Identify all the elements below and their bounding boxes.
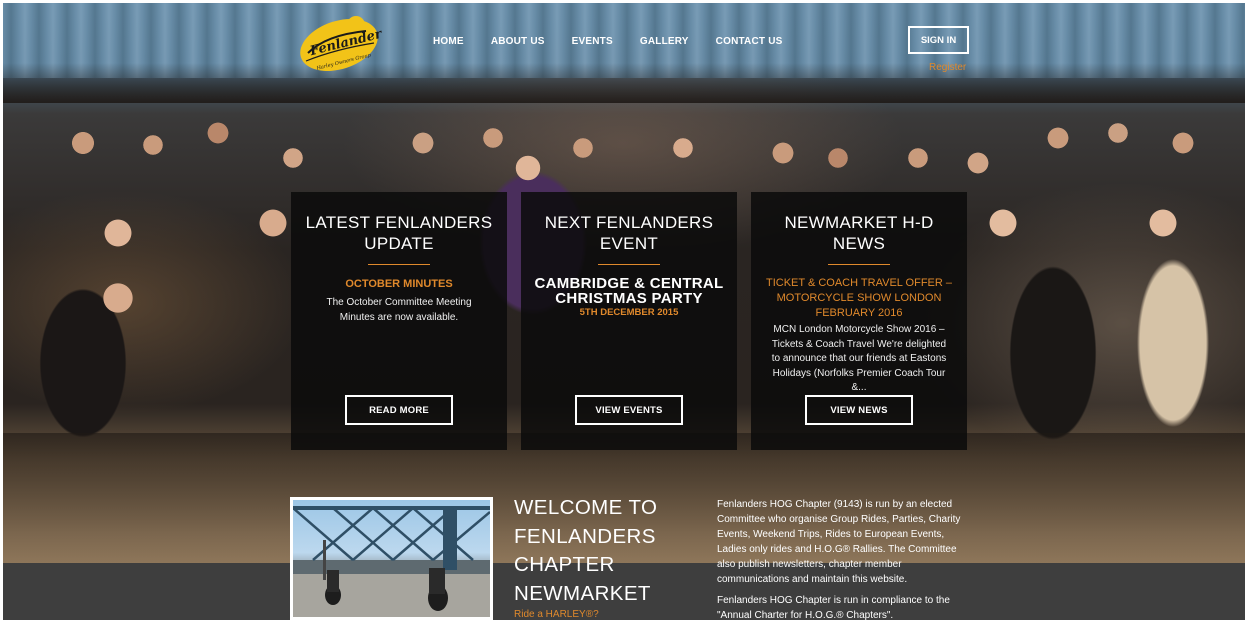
welcome-heading: WELCOME TO FENLANDERS CHAPTER NEWMARKET bbox=[514, 494, 657, 608]
nav-contact-us[interactable]: CONTACT US bbox=[716, 36, 783, 47]
next-event-panel: NEXT FENLANDERS EVENT CAMBRIDGE & CENTRA… bbox=[521, 192, 737, 450]
nav-home[interactable]: HOME bbox=[433, 36, 464, 47]
register-link[interactable]: Register bbox=[929, 62, 966, 73]
bridge-photo-illustration bbox=[293, 506, 490, 617]
welcome-line-3: CHAPTER bbox=[514, 553, 615, 576]
update-headline[interactable]: OCTOBER MINUTES bbox=[291, 277, 507, 292]
sign-in-button[interactable]: SIGN IN bbox=[908, 26, 969, 54]
curtain-shade bbox=[3, 63, 1245, 103]
about-paragraph-2: Fenlanders HOG Chapter is run in complia… bbox=[717, 595, 950, 620]
view-news-button[interactable]: VIEW NEWS bbox=[805, 395, 913, 425]
read-more-button[interactable]: READ MORE bbox=[345, 395, 453, 425]
news-panel: NEWMARKET H-D NEWS TICKET & COACH TRAVEL… bbox=[751, 192, 967, 450]
fenlanders-logo[interactable]: Fenlanders Harley Owners Group bbox=[296, 13, 382, 77]
panel-title: LATEST FENLANDERS UPDATE bbox=[305, 213, 493, 253]
welcome-line-2: FENLANDERS bbox=[514, 524, 656, 548]
nav-events[interactable]: EVENTS bbox=[572, 36, 613, 47]
welcome-line-1: WELCOME TO bbox=[514, 496, 658, 519]
nav-about-us[interactable]: ABOUT US bbox=[491, 36, 545, 47]
bridge-riders-photo bbox=[290, 497, 493, 620]
ride-a-harley-link[interactable]: Ride a HARLEY®? bbox=[514, 609, 599, 620]
event-title[interactable]: CAMBRIDGE & CENTRAL CHRISTMAS PARTY bbox=[521, 276, 737, 306]
panel-title: NEXT FENLANDERS EVENT bbox=[544, 213, 714, 253]
about-paragraph-1: Fenlanders HOG Chapter (9143) is run by … bbox=[717, 499, 961, 585]
news-headline[interactable]: TICKET & COACH TRAVEL OFFER – MOTORCYCLE… bbox=[751, 276, 967, 321]
update-summary: The October Committee Meeting Minutes ar… bbox=[326, 297, 472, 323]
about-chapter-text: Fenlanders HOG Chapter (9143) is run by … bbox=[717, 497, 969, 620]
panel-divider bbox=[828, 264, 890, 265]
news-summary: MCN London Motorcycle Show 2016 – Ticket… bbox=[771, 324, 947, 393]
welcome-line-4: NEWMARKET bbox=[514, 581, 651, 605]
panel-divider bbox=[598, 264, 660, 265]
nav-gallery[interactable]: GALLERY bbox=[640, 36, 689, 47]
panel-divider bbox=[368, 264, 430, 265]
main-nav: HOME ABOUT US EVENTS GALLERY CONTACT US bbox=[433, 36, 809, 47]
panel-title: NEWMARKET H-D NEWS bbox=[784, 213, 934, 253]
view-events-button[interactable]: VIEW EVENTS bbox=[575, 395, 683, 425]
latest-update-panel: LATEST FENLANDERS UPDATE OCTOBER MINUTES… bbox=[291, 192, 507, 450]
event-date: 5TH DECEMBER 2015 bbox=[579, 307, 679, 318]
